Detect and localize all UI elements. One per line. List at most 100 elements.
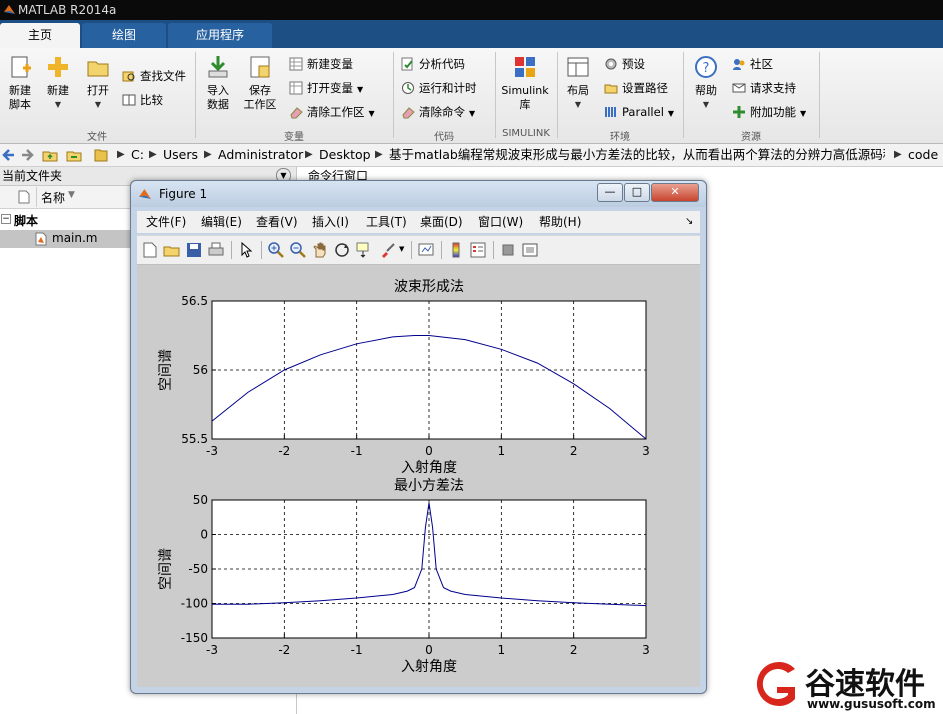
menu-help[interactable]: 帮助(H) xyxy=(539,214,581,230)
menu-tools[interactable]: 工具(T) xyxy=(366,214,407,230)
request-support-button[interactable]: 请求支持 xyxy=(732,78,796,98)
x-tick-label: 3 xyxy=(642,444,650,458)
zoom-out-icon[interactable] xyxy=(289,241,307,259)
tab-plots[interactable]: 绘图 xyxy=(82,23,166,48)
add-ons-button[interactable]: 附加功能 ▼ xyxy=(732,102,806,122)
parallel-button[interactable]: Parallel ▼ xyxy=(604,102,674,122)
preferences-button[interactable]: 预设 xyxy=(604,54,645,74)
forward-arrow-icon[interactable] xyxy=(20,148,34,162)
new-figure-icon[interactable] xyxy=(141,241,159,259)
folder-icon xyxy=(94,149,108,162)
menu-edit[interactable]: 编辑(E) xyxy=(201,214,242,230)
title-bar: MATLAB R2014a xyxy=(0,0,943,20)
crumb-drive[interactable]: C: xyxy=(131,147,144,163)
axes-beamforming[interactable]: -3 -2 -1 0 1 2 3 55.5 56 56.5 波束形成法 入射角度 空间谱 xyxy=(158,279,650,476)
pan-hand-icon[interactable] xyxy=(311,241,329,259)
clear-commands-button[interactable]: 清除命令 ▼ xyxy=(401,102,475,122)
open-variable-icon xyxy=(289,81,303,95)
open-file-icon[interactable] xyxy=(163,241,181,259)
save-icon[interactable] xyxy=(185,241,203,259)
group-label-code: 代码 xyxy=(434,132,454,143)
ribbon-divider xyxy=(195,52,196,138)
figure-canvas[interactable]: -3 -2 -1 0 1 2 3 55.5 56 56.5 波束形成法 入射角度 空间谱 -3 -2… xyxy=(137,265,700,687)
open-button[interactable]: 打开 ▼ xyxy=(78,52,118,126)
colorbar-icon[interactable] xyxy=(447,241,465,259)
support-icon xyxy=(732,83,746,93)
tab-apps[interactable]: 应用程序 xyxy=(168,23,272,48)
x-tick-label: 1 xyxy=(498,643,506,657)
import-icon xyxy=(208,56,228,78)
column-divider xyxy=(36,187,37,207)
column-header-name[interactable]: 名称 xyxy=(41,189,65,206)
find-files-button[interactable]: 查找文件 xyxy=(122,66,186,86)
crumb-desktop[interactable]: Desktop xyxy=(319,147,371,163)
crumb-users[interactable]: Users xyxy=(163,147,198,163)
watermark-url: www.gususoft.com xyxy=(807,697,936,711)
menu-file[interactable]: 文件(F) xyxy=(146,214,186,230)
figure-window[interactable]: Figure 1 — □ ✕ 文件(F) 编辑(E) 查看(V) 插入(I) 工… xyxy=(130,180,707,694)
new-variable-button[interactable]: 新建变量 xyxy=(289,54,353,74)
y-tick-label: 56 xyxy=(193,363,208,377)
crumb-code[interactable]: code xyxy=(908,147,938,163)
y-axis-label: 空间谱 xyxy=(158,349,174,391)
maximize-button[interactable]: □ xyxy=(624,183,650,202)
new-script-button[interactable]: 新建 脚本 xyxy=(0,52,40,126)
browse-folder-icon[interactable] xyxy=(66,147,82,163)
maximize-icon: □ xyxy=(631,185,643,198)
print-icon[interactable] xyxy=(207,241,225,259)
set-path-button[interactable]: 设置路径 xyxy=(604,78,668,98)
matlab-logo-icon xyxy=(139,189,151,199)
minimize-button[interactable]: — xyxy=(597,183,623,202)
analyze-code-button[interactable]: 分析代码 xyxy=(401,54,465,74)
data-cursor-icon[interactable] xyxy=(355,241,373,259)
tab-home[interactable]: 主页 xyxy=(0,23,80,48)
new-variable-icon xyxy=(289,57,303,71)
menu-desktop[interactable]: 桌面(D) xyxy=(420,214,463,230)
plot-area[interactable]: -3 -2 -1 0 1 2 3 55.5 56 56.5 波束形成法 入射角度 空间谱 -3 -2… xyxy=(137,265,700,687)
pointer-icon[interactable] xyxy=(237,241,255,259)
legend-icon[interactable] xyxy=(469,241,487,259)
figure-menu-bar: 文件(F) 编辑(E) 查看(V) 插入(I) 工具(T) 桌面(D) 窗口(W… xyxy=(137,211,700,233)
axes-min-variance[interactable]: -3 -2 -1 0 1 2 3 -150 -100 -50 0 50 最小方差法 入射角度 空间谱 xyxy=(158,478,650,675)
show-plot-tools-icon[interactable] xyxy=(521,241,539,259)
compare-button[interactable]: 比较 xyxy=(122,90,163,110)
help-icon: ? xyxy=(695,56,717,78)
zoom-in-icon[interactable] xyxy=(267,241,285,259)
x-tick-label: -2 xyxy=(278,643,290,657)
menu-dock-icon[interactable]: ↘ xyxy=(685,214,693,230)
back-arrow-icon[interactable] xyxy=(2,148,16,162)
rotate-3d-icon[interactable] xyxy=(333,241,351,259)
list-item[interactable]: main.m xyxy=(0,230,130,248)
figure-toolbar: ▼ xyxy=(137,235,700,265)
collapse-icon[interactable]: − xyxy=(1,214,11,224)
ribbon-divider xyxy=(683,52,684,138)
x-tick-label: 2 xyxy=(570,444,578,458)
crumb-administrator[interactable]: Administrator xyxy=(218,147,303,163)
open-variable-button[interactable]: 打开变量 ▼ xyxy=(289,78,363,98)
brush-icon[interactable] xyxy=(379,241,397,259)
simulink-library-button[interactable]: Simulink 库 xyxy=(500,52,550,126)
chevron-right-icon: ▶ xyxy=(305,149,313,160)
menu-window[interactable]: 窗口(W) xyxy=(478,214,523,230)
chart-title: 波束形成法 xyxy=(394,279,464,295)
menu-view[interactable]: 查看(V) xyxy=(256,214,298,230)
x-tick-label: 2 xyxy=(570,643,578,657)
new-button[interactable]: 新建 ▼ xyxy=(38,52,78,126)
import-data-button[interactable]: 导入 数据 xyxy=(198,52,238,126)
community-button[interactable]: 社区 xyxy=(732,54,773,74)
up-folder-icon[interactable] xyxy=(42,147,58,163)
help-button[interactable]: ? 帮助 ▼ xyxy=(686,52,726,126)
simulink-library-icon xyxy=(515,57,535,77)
menu-insert[interactable]: 插入(I) xyxy=(312,214,349,230)
crumb-project-folder[interactable]: 基于matlab编程常规波束形成与最小方差法的比较，从而看出两个算法的分辨力高低… xyxy=(389,147,885,163)
link-plot-icon[interactable] xyxy=(417,241,435,259)
layout-button[interactable]: 布局 ▼ xyxy=(558,52,598,126)
chevron-down-icon[interactable]: ▼ xyxy=(399,245,404,253)
figure-title-bar[interactable]: Figure 1 — □ ✕ xyxy=(131,181,706,207)
watermark: 谷速软件 www.gususoft.com xyxy=(745,655,943,714)
clear-workspace-button[interactable]: 清除工作区 ▼ xyxy=(289,102,375,122)
save-workspace-button[interactable]: 保存 工作区 xyxy=(240,52,280,126)
close-button[interactable]: ✕ xyxy=(651,183,699,202)
hide-plot-tools-icon[interactable] xyxy=(499,241,517,259)
run-and-time-button[interactable]: 运行和计时 xyxy=(401,78,477,98)
